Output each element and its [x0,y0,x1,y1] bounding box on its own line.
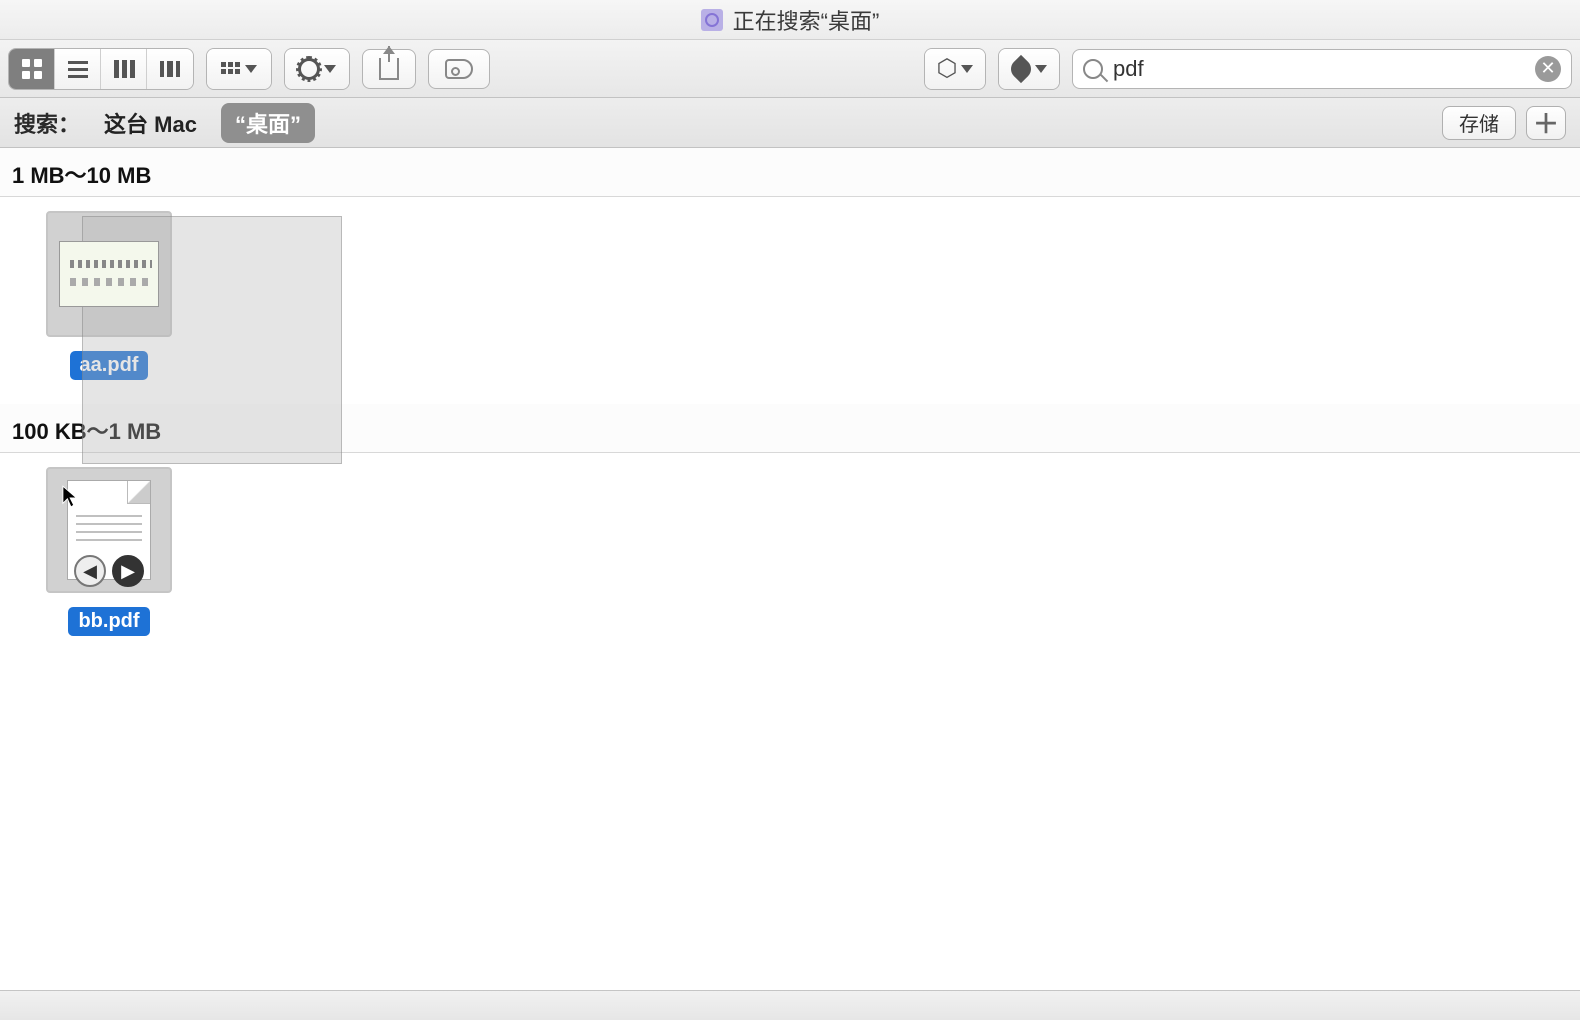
share-icon [379,58,399,80]
chevron-down-icon [961,65,973,73]
save-search-button[interactable]: 存储 [1442,106,1516,140]
status-bar [0,990,1580,1020]
chevron-down-icon [1035,65,1047,73]
file-name-label: aa.pdf [70,351,149,380]
scope-this-mac[interactable]: 这台 Mac [98,103,203,143]
window-titlebar: 正在搜索“桌面” [0,0,1580,40]
chevron-down-icon [245,65,257,73]
add-criteria-button[interactable]: ＋ [1526,106,1566,140]
view-gallery-button[interactable] [147,49,193,89]
preview-nav-arrows: ◀ ▶ [74,555,144,587]
preview-prev-icon: ◀ [74,555,106,587]
pdf-preview-icon: ◀ ▶ [67,480,151,580]
gallery-view-icon [158,57,182,81]
column-view-icon [112,57,136,81]
search-icon [1083,59,1103,79]
share-button[interactable] [362,49,416,89]
search-input[interactable] [1113,56,1525,82]
leaf-icon [1007,54,1035,82]
results-area[interactable]: 1 MB～10 MB aa.pdf 100 KB～1 MB ◀ ▶ bb.pdf [0,148,1580,990]
search-scope-bar: 搜索： 这台 Mac “桌面” 存储 ＋ [0,98,1580,148]
list-view-icon [66,57,90,81]
clear-search-button[interactable]: ✕ [1535,56,1561,82]
smart-folder-icon [701,9,723,31]
leaf-dropdown[interactable] [998,48,1060,90]
file-item[interactable]: ◀ ▶ bb.pdf [44,467,174,636]
file-thumbnail [46,211,172,337]
icon-view-icon [20,57,44,81]
view-column-button[interactable] [101,49,147,89]
view-list-button[interactable] [55,49,101,89]
toolbar: ⬡ ✕ [0,40,1580,98]
dropbox-dropdown[interactable]: ⬡ [924,48,986,90]
dropbox-icon: ⬡ [937,54,958,83]
plus-icon: ＋ [1533,104,1559,141]
save-search-label: 存储 [1459,108,1499,137]
tag-icon [445,59,473,79]
file-thumbnail: ◀ ▶ [46,467,172,593]
group-header: 100 KB～1 MB [0,404,1580,453]
file-item[interactable]: aa.pdf [44,211,174,380]
scope-label: 搜索： [14,107,80,139]
tags-button[interactable] [428,49,490,89]
gear-icon [298,58,320,80]
pdf-preview-icon [59,241,159,307]
group-header: 1 MB～10 MB [0,148,1580,197]
group-row: ◀ ▶ bb.pdf [0,453,1580,660]
view-mode-group [8,48,194,90]
group-row: aa.pdf [0,197,1580,404]
search-field[interactable]: ✕ [1072,49,1572,89]
chevron-down-icon [324,65,336,73]
preview-next-icon: ▶ [112,555,144,587]
arrange-dropdown[interactable] [206,48,272,90]
window-title: 正在搜索“桌面” [733,4,880,36]
action-dropdown[interactable] [284,48,350,90]
arrange-icon [221,62,241,76]
file-name-label: bb.pdf [68,607,149,636]
scope-desktop[interactable]: “桌面” [221,103,315,143]
view-icon-button[interactable] [9,49,55,89]
